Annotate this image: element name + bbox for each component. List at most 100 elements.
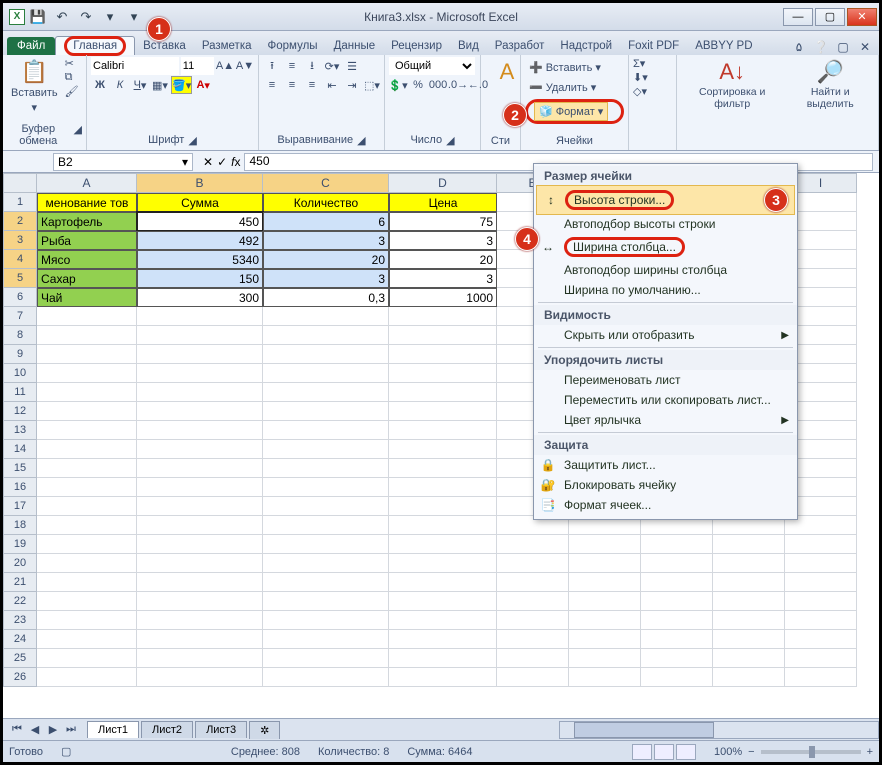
col-header-D[interactable]: D [389,173,497,193]
shrink-font-button[interactable]: A▼ [236,57,254,75]
cell[interactable] [137,364,263,383]
menu-rename-sheet[interactable]: Переименовать лист [534,370,797,390]
view-pagebreak-button[interactable] [676,744,696,760]
cell[interactable] [137,535,263,554]
cell[interactable] [37,402,137,421]
cell[interactable] [389,307,497,326]
row-header-3[interactable]: 3 [3,231,37,250]
cell[interactable] [497,554,569,573]
decrease-indent-button[interactable]: ⇤ [323,76,341,94]
cell[interactable] [569,554,641,573]
cell[interactable] [263,421,389,440]
cell[interactable] [263,668,389,687]
cut-button[interactable]: ✂ [65,57,79,70]
cell[interactable] [263,554,389,573]
cell[interactable]: Мясо [37,250,137,269]
cell[interactable] [137,573,263,592]
cell[interactable] [37,630,137,649]
autosum-button[interactable]: Σ▾ [633,57,648,70]
sheet-tab-3[interactable]: Лист3 [195,721,247,738]
cell[interactable] [137,440,263,459]
tab-abbyy[interactable]: ABBYY PD [687,37,760,55]
cell[interactable] [713,668,785,687]
cell[interactable]: 3 [389,231,497,250]
cell[interactable] [137,459,263,478]
fill-color-button[interactable]: 🪣▾ [171,76,192,94]
cell[interactable] [713,649,785,668]
cell[interactable] [263,573,389,592]
row-header-17[interactable]: 17 [3,497,37,516]
row-header-1[interactable]: 1 [3,193,37,212]
new-sheet-button[interactable]: ✲ [249,721,280,739]
cell[interactable]: менование тов [37,193,137,212]
cell[interactable] [37,554,137,573]
cell[interactable] [389,573,497,592]
cell[interactable] [37,497,137,516]
cell[interactable]: 3 [263,231,389,250]
cell[interactable] [389,668,497,687]
align-right-button[interactable]: ≡ [303,76,321,94]
cell[interactable] [137,611,263,630]
zoom-slider[interactable] [761,750,861,754]
qat-customize[interactable]: ▾ [123,7,145,27]
cell[interactable] [137,668,263,687]
cell[interactable] [641,592,713,611]
cell[interactable] [569,611,641,630]
cell[interactable]: Сумма [137,193,263,212]
menu-row-height[interactable]: ↕ Высота строки... 3 [536,185,795,215]
cell[interactable]: 450 [137,212,263,231]
border-button[interactable]: ▦▾ [151,76,169,94]
select-all-corner[interactable] [3,173,37,193]
cell[interactable] [389,649,497,668]
font-name-input[interactable] [91,57,179,75]
row-header-7[interactable]: 7 [3,307,37,326]
cell[interactable] [641,668,713,687]
percent-button[interactable]: % [409,76,427,94]
tab-addins[interactable]: Надстрой [552,37,620,55]
sheet-nav-next[interactable]: ▶ [45,723,61,736]
row-header-9[interactable]: 9 [3,345,37,364]
cell[interactable] [389,402,497,421]
row-header-13[interactable]: 13 [3,421,37,440]
menu-default-width[interactable]: Ширина по умолчанию... [534,280,797,300]
cell[interactable] [389,364,497,383]
sheet-nav-first[interactable]: ⏮ [9,723,25,736]
cell[interactable] [137,516,263,535]
wrap-text-button[interactable]: ☰ [343,57,361,75]
menu-protect-sheet[interactable]: 🔒Защитить лист... [534,455,797,475]
align-bottom-button[interactable]: ⭳ [303,57,321,75]
cell[interactable] [37,649,137,668]
enter-icon[interactable]: ✓ [217,155,227,169]
cell[interactable] [37,326,137,345]
col-header-B[interactable]: B [137,173,263,193]
maximize-button[interactable]: ▢ [815,8,845,26]
grow-font-button[interactable]: A▲ [216,57,234,75]
tab-review[interactable]: Рецензир [383,37,450,55]
menu-col-width[interactable]: ↔ Ширина столбца... [534,234,797,260]
row-header-25[interactable]: 25 [3,649,37,668]
cell[interactable] [569,535,641,554]
cell[interactable] [263,307,389,326]
cell[interactable] [569,630,641,649]
cell[interactable] [785,630,857,649]
cell[interactable]: Сахар [37,269,137,288]
cell[interactable] [137,345,263,364]
cell[interactable]: Чай [37,288,137,307]
increase-decimal-button[interactable]: .0→ [449,76,467,94]
cell[interactable] [137,421,263,440]
row-header-4[interactable]: 4 [3,250,37,269]
cell[interactable] [785,592,857,611]
view-layout-button[interactable] [654,744,674,760]
merge-button[interactable]: ⬚▾ [363,76,381,94]
menu-format-cells[interactable]: 📑Формат ячеек... [534,495,797,515]
cell[interactable] [497,535,569,554]
cell[interactable] [37,307,137,326]
cell[interactable] [713,535,785,554]
close-button[interactable]: ✕ [847,8,877,26]
cell[interactable] [389,592,497,611]
cell[interactable] [263,402,389,421]
align-middle-button[interactable]: ≡ [283,57,301,75]
align-top-button[interactable]: ⭱ [263,57,281,75]
redo-button[interactable]: ↷ [75,7,97,27]
row-header-19[interactable]: 19 [3,535,37,554]
